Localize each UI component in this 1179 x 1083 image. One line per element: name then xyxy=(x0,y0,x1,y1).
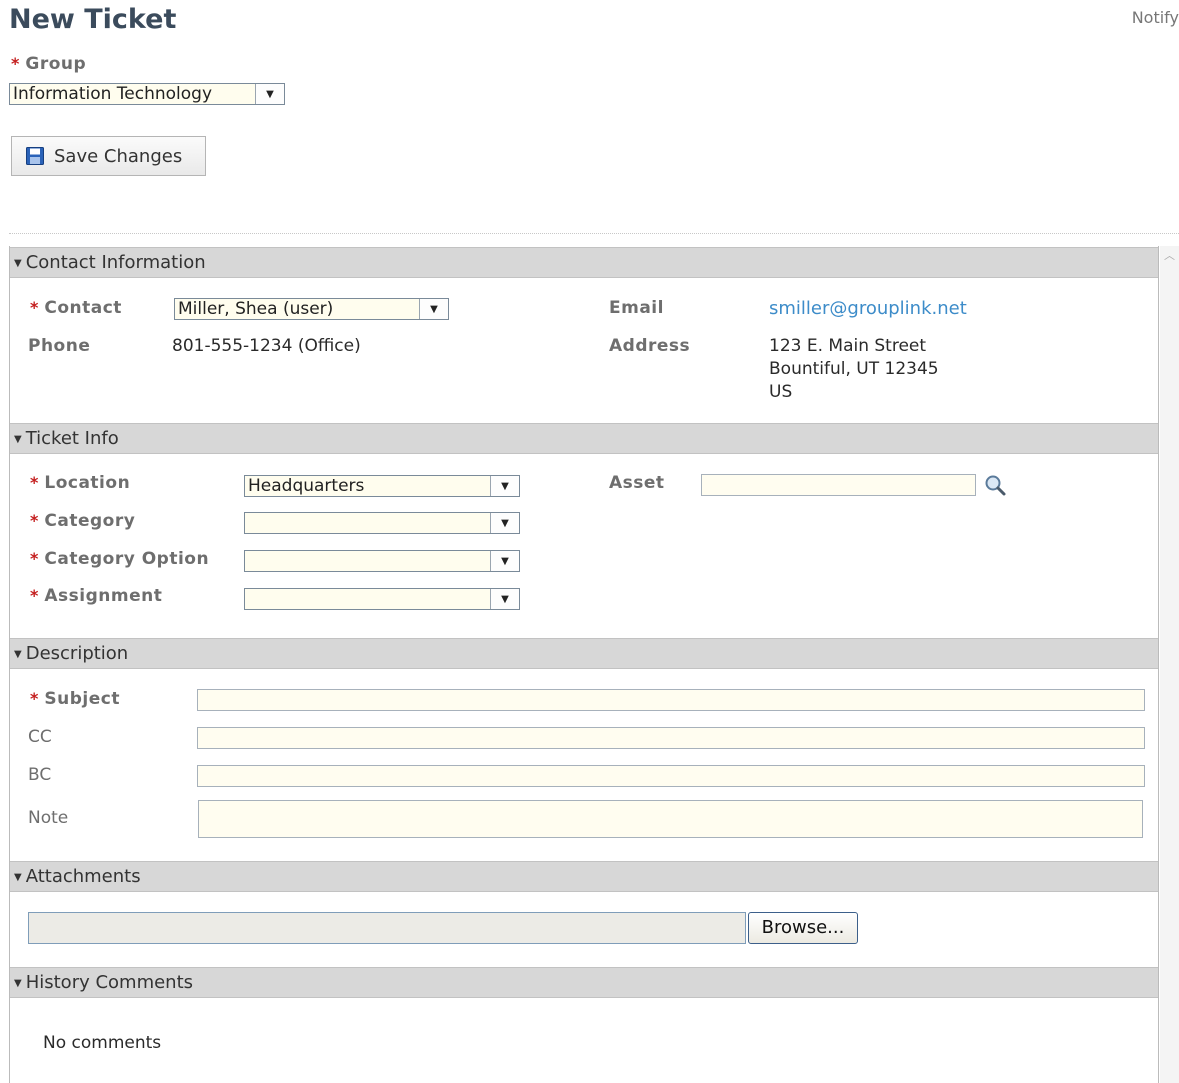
section-header-history[interactable]: ▼ History Comments xyxy=(10,967,1158,998)
chevron-down-icon[interactable]: ▼ xyxy=(419,299,448,319)
divider xyxy=(9,233,1179,234)
location-select[interactable]: Headquarters ▼ xyxy=(244,475,520,497)
assignment-label: * Assignment xyxy=(30,586,163,606)
email-link[interactable]: smiller@grouplink.net xyxy=(769,298,967,319)
group-field-label: * Group xyxy=(11,54,87,74)
scrollbar[interactable] xyxy=(1160,246,1179,1083)
notify-link[interactable]: Notify xyxy=(1132,8,1179,27)
subject-label: * Subject xyxy=(30,689,120,709)
section-header-contact[interactable]: ▼ Contact Information xyxy=(10,247,1158,278)
no-comments-text: No comments xyxy=(43,1033,162,1053)
browse-button[interactable]: Browse... xyxy=(748,912,858,944)
page-title: New Ticket xyxy=(9,4,177,35)
contact-select[interactable]: Miller, Shea (user) ▼ xyxy=(174,298,449,320)
bc-input[interactable] xyxy=(197,765,1145,787)
save-button[interactable]: Save Changes xyxy=(11,136,206,176)
address-line-1: 123 E. Main Street xyxy=(769,336,927,356)
triangle-down-icon: ▼ xyxy=(14,258,22,269)
category-select[interactable]: ▼ xyxy=(244,512,520,534)
location-label: * Location xyxy=(30,473,131,493)
asset-label: Asset xyxy=(609,473,665,493)
note-label: Note xyxy=(28,808,69,828)
address-line-3: US xyxy=(769,382,793,402)
phone-label: Phone xyxy=(28,336,91,356)
magnifier-icon[interactable] xyxy=(984,474,1008,498)
phone-value: 801-555-1234 (Office) xyxy=(172,336,361,356)
chevron-down-icon[interactable]: ▼ xyxy=(490,476,519,496)
section-header-ticket-info[interactable]: ▼ Ticket Info xyxy=(10,423,1158,454)
chevron-down-icon[interactable]: ▼ xyxy=(490,589,519,609)
address-label: Address xyxy=(609,336,691,356)
subject-input[interactable] xyxy=(197,689,1145,711)
category-option-select[interactable]: ▼ xyxy=(244,550,520,572)
floppy-disk-icon xyxy=(26,147,44,165)
chevron-down-icon[interactable]: ▼ xyxy=(255,84,284,104)
assignment-select[interactable]: ▼ xyxy=(244,588,520,610)
bc-label: BC xyxy=(28,765,52,785)
chevron-down-icon[interactable]: ▼ xyxy=(490,513,519,533)
asset-input[interactable] xyxy=(701,474,976,496)
category-option-label: * Category Option xyxy=(30,549,210,569)
required-marker: * xyxy=(11,54,20,73)
cc-input[interactable] xyxy=(197,727,1145,749)
contact-label: * Contact xyxy=(30,298,122,318)
section-header-description[interactable]: ▼ Description xyxy=(10,638,1158,669)
chevron-down-icon[interactable]: ▼ xyxy=(490,551,519,571)
triangle-down-icon: ▼ xyxy=(14,978,22,989)
group-select[interactable]: Information Technology ▼ xyxy=(9,83,285,105)
section-header-attachments[interactable]: ▼ Attachments xyxy=(10,861,1158,892)
address-line-2: Bountiful, UT 12345 xyxy=(769,359,939,379)
scroll-up-arrow-icon[interactable]: ︿ xyxy=(1161,247,1178,264)
triangle-down-icon: ▼ xyxy=(14,434,22,445)
note-textarea[interactable] xyxy=(198,800,1143,838)
file-path-input[interactable] xyxy=(28,912,746,944)
cc-label: CC xyxy=(28,727,52,747)
triangle-down-icon: ▼ xyxy=(14,649,22,660)
category-label: * Category xyxy=(30,511,136,531)
email-label: Email xyxy=(609,298,664,318)
triangle-down-icon: ▼ xyxy=(14,872,22,883)
